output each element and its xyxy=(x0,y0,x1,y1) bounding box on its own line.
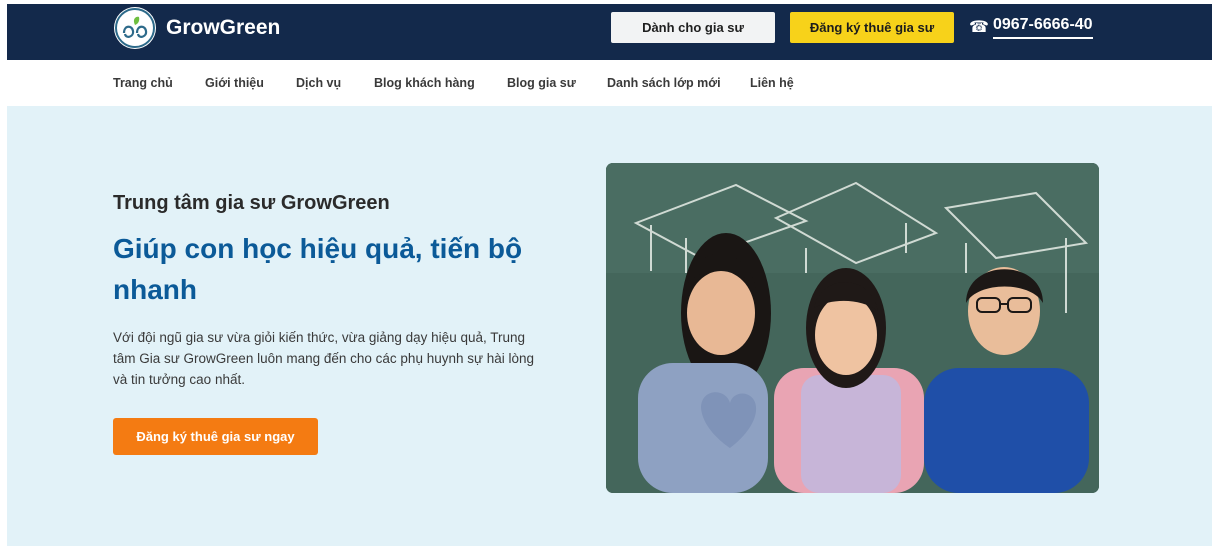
hero-headline: Giúp con học hiệu quả, tiến bộ nhanh xyxy=(113,233,523,305)
nav-item-services[interactable]: Dịch vụ xyxy=(296,76,341,90)
growgreen-logo-icon[interactable] xyxy=(114,7,156,49)
hero-description: Với đội ngũ gia sư vừa giỏi kiến thức, v… xyxy=(113,330,535,387)
nav-item-customer-blog[interactable]: Blog khách hàng xyxy=(374,76,475,90)
nav-item-new-classes[interactable]: Danh sách lớp mới xyxy=(607,76,721,90)
nav-item-home[interactable]: Trang chủ xyxy=(113,76,173,90)
logo-text[interactable]: GrowGreen xyxy=(166,16,280,40)
nav-item-about[interactable]: Giới thiệu xyxy=(205,76,264,90)
for-tutors-button[interactable]: Dành cho gia sư xyxy=(611,12,775,43)
hire-tutor-button[interactable]: Đăng ký thuê gia sư xyxy=(790,12,954,43)
hire-tutor-now-button[interactable]: Đăng ký thuê gia sư ngay xyxy=(113,418,318,455)
main-nav: Trang chủ Giới thiệu Dịch vụ Blog khách … xyxy=(7,60,1212,107)
top-bar: GrowGreen Dành cho gia sư Đăng ký thuê g… xyxy=(7,4,1212,60)
phone-icon: ☎ xyxy=(969,19,989,36)
hero-photo xyxy=(606,163,1099,493)
page-frame: GrowGreen Dành cho gia sư Đăng ký thuê g… xyxy=(7,4,1212,546)
nav-item-contact[interactable]: Liên hệ xyxy=(750,76,794,90)
nav-item-tutor-blog[interactable]: Blog gia sư xyxy=(507,76,576,90)
hero-section: Trung tâm gia sư GrowGreen Giúp con học … xyxy=(7,106,1212,546)
phone-link[interactable]: ☎ 0967-6666-40 xyxy=(969,14,1093,40)
phone-number[interactable]: 0967-6666-40 xyxy=(992,16,1093,39)
hero-kicker: Trung tâm gia sư GrowGreen xyxy=(113,192,390,214)
